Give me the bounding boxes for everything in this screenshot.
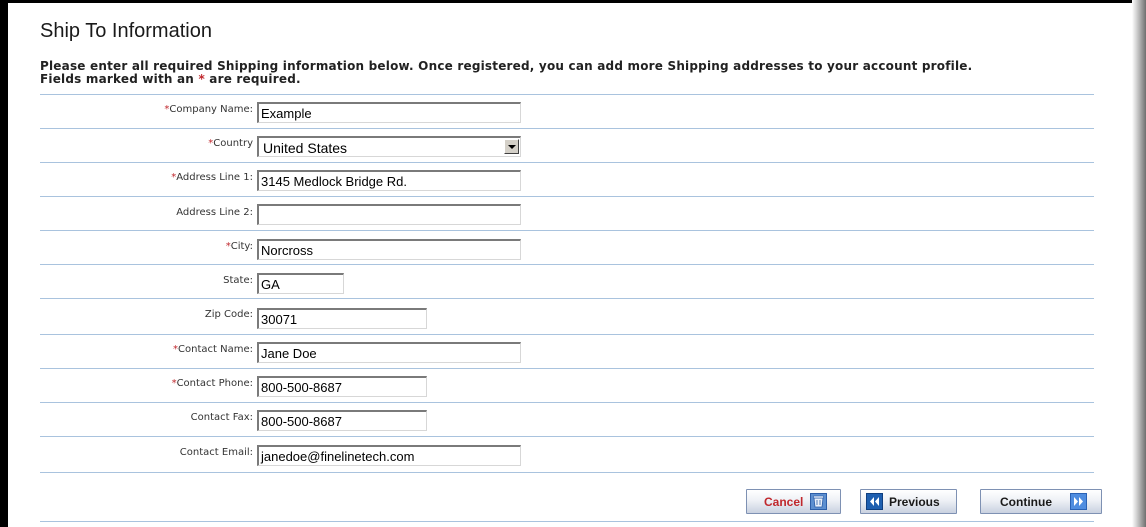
company-name-label: *Company Name:: [164, 104, 253, 115]
address-line-1-label: *Address Line 1:: [171, 172, 253, 183]
row-divider: [40, 368, 1094, 369]
intro-text: Please enter all required Shipping infor…: [40, 60, 1100, 86]
address-line-1-label-text: Address Line 1:: [176, 172, 253, 183]
zip-code-field[interactable]: 30071: [257, 308, 427, 329]
window-shadow: [1132, 0, 1146, 527]
contact-phone-label-text: Contact Phone:: [176, 378, 253, 389]
zip-code-label: Zip Code:: [204, 309, 253, 320]
continue-button[interactable]: Continue: [980, 489, 1102, 514]
cancel-button-label: Cancel: [764, 494, 804, 509]
state-field[interactable]: GA: [257, 273, 344, 294]
contact-name-label-text: Contact Name:: [178, 344, 253, 355]
address-line-2-label: Address Line 2:: [176, 207, 253, 218]
row-divider: [40, 162, 1094, 163]
country-label-text: Country: [213, 138, 253, 149]
row-divider: [40, 264, 1094, 265]
previous-button-label: Previous: [889, 494, 940, 509]
row-divider: [40, 94, 1094, 95]
row-divider: [40, 298, 1094, 299]
row-divider: [40, 196, 1094, 197]
state-label: State:: [223, 275, 253, 286]
contact-phone-label: *Contact Phone:: [172, 378, 253, 389]
intro-line-2-post: are required.: [204, 72, 301, 86]
contact-email-label: Contact Email:: [179, 447, 253, 458]
cancel-button[interactable]: Cancel: [746, 489, 841, 514]
footer-divider: [40, 521, 1094, 522]
address-line-1-field[interactable]: 3145 Medlock Bridge Rd.: [257, 170, 521, 191]
intro-line-2: Fields marked with an * are required.: [40, 73, 1100, 86]
contact-email-field[interactable]: janedoe@finelinetech.com: [257, 445, 521, 466]
continue-button-label: Continue: [1000, 494, 1052, 509]
country-select[interactable]: United States: [257, 136, 521, 157]
contact-name-label: *Contact Name:: [173, 344, 253, 355]
city-label: *City:: [226, 241, 253, 252]
intro-line-2-pre: Fields marked with an: [40, 72, 199, 86]
double-chevron-left-icon: [866, 493, 883, 510]
chevron-down-icon[interactable]: [504, 139, 519, 154]
row-divider: [40, 472, 1094, 473]
row-divider: [40, 436, 1094, 437]
city-field[interactable]: Norcross: [257, 239, 521, 260]
company-name-field[interactable]: Example: [257, 102, 521, 123]
row-divider: [40, 230, 1094, 231]
row-divider: [40, 402, 1094, 403]
page-title: Ship To Information: [40, 20, 212, 42]
contact-fax-field[interactable]: 800-500-8687: [257, 410, 427, 431]
row-divider: [40, 334, 1094, 335]
trash-can-icon: [810, 493, 828, 510]
double-chevron-right-icon: [1070, 493, 1087, 510]
company-name-label-text: Company Name:: [169, 104, 253, 115]
contact-fax-label: Contact Fax:: [190, 412, 253, 423]
city-label-text: City:: [230, 241, 253, 252]
country-select-value: United States: [263, 140, 348, 156]
previous-button[interactable]: Previous: [860, 489, 957, 514]
contact-phone-field[interactable]: 800-500-8687: [257, 376, 427, 397]
row-divider: [40, 128, 1094, 129]
contact-name-field[interactable]: Jane Doe: [257, 342, 521, 363]
address-line-2-field[interactable]: [257, 204, 521, 225]
country-label: *Country: [208, 138, 253, 149]
